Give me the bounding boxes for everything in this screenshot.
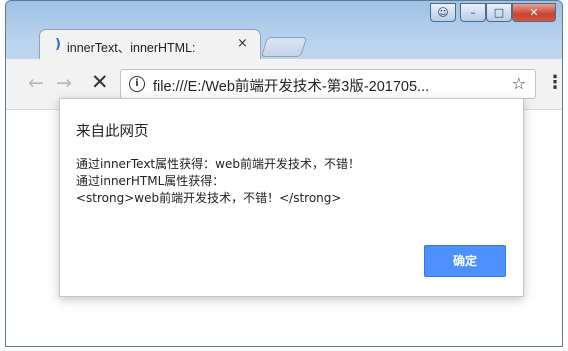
info-icon[interactable]: i xyxy=(129,76,145,92)
tab-title: innerText、innerHTML: xyxy=(67,41,196,55)
stop-icon[interactable]: ✕ xyxy=(91,70,109,94)
dialog-message: 通过innerText属性获得：web前端开发技术，不错！ 通过innerHTM… xyxy=(76,156,360,207)
tab-close-icon[interactable]: × xyxy=(237,36,248,51)
alert-dialog: 来自此网页 通过innerText属性获得：web前端开发技术，不错！ 通过in… xyxy=(59,98,524,297)
menu-icon[interactable]: ⋮ xyxy=(546,72,562,93)
user-icon[interactable]: ☺ xyxy=(430,3,456,22)
url-text[interactable]: file:///E:/Web前端开发技术-第3版-201705... xyxy=(153,75,503,96)
dialog-title: 来自此网页 xyxy=(76,124,149,140)
forward-icon[interactable]: → xyxy=(56,72,72,94)
bookmark-star-icon[interactable]: ☆ xyxy=(512,74,526,93)
browser-tab[interactable]: ) innerText、innerHTML: × xyxy=(39,29,261,60)
new-tab-button[interactable] xyxy=(260,37,308,57)
address-bar[interactable]: i file:///E:/Web前端开发技术-第3版-201705... ☆ xyxy=(120,69,536,99)
close-window-button[interactable]: ✕ xyxy=(512,3,556,22)
ok-button[interactable]: 确定 xyxy=(424,245,506,277)
dialog-message-line: 通过innerText属性获得：web前端开发技术，不错！ xyxy=(76,157,360,171)
page-loading-icon: ) xyxy=(55,37,61,52)
maximize-button[interactable]: □ xyxy=(486,3,512,22)
minimize-button[interactable]: – xyxy=(460,3,486,22)
dialog-message-line: <strong>web前端开发技术，不错！</strong> xyxy=(76,191,342,205)
window-controls: ☺ – □ ✕ xyxy=(430,3,556,25)
dialog-message-line: 通过innerHTML属性获得： xyxy=(76,174,225,188)
back-icon[interactable]: ← xyxy=(28,72,44,94)
